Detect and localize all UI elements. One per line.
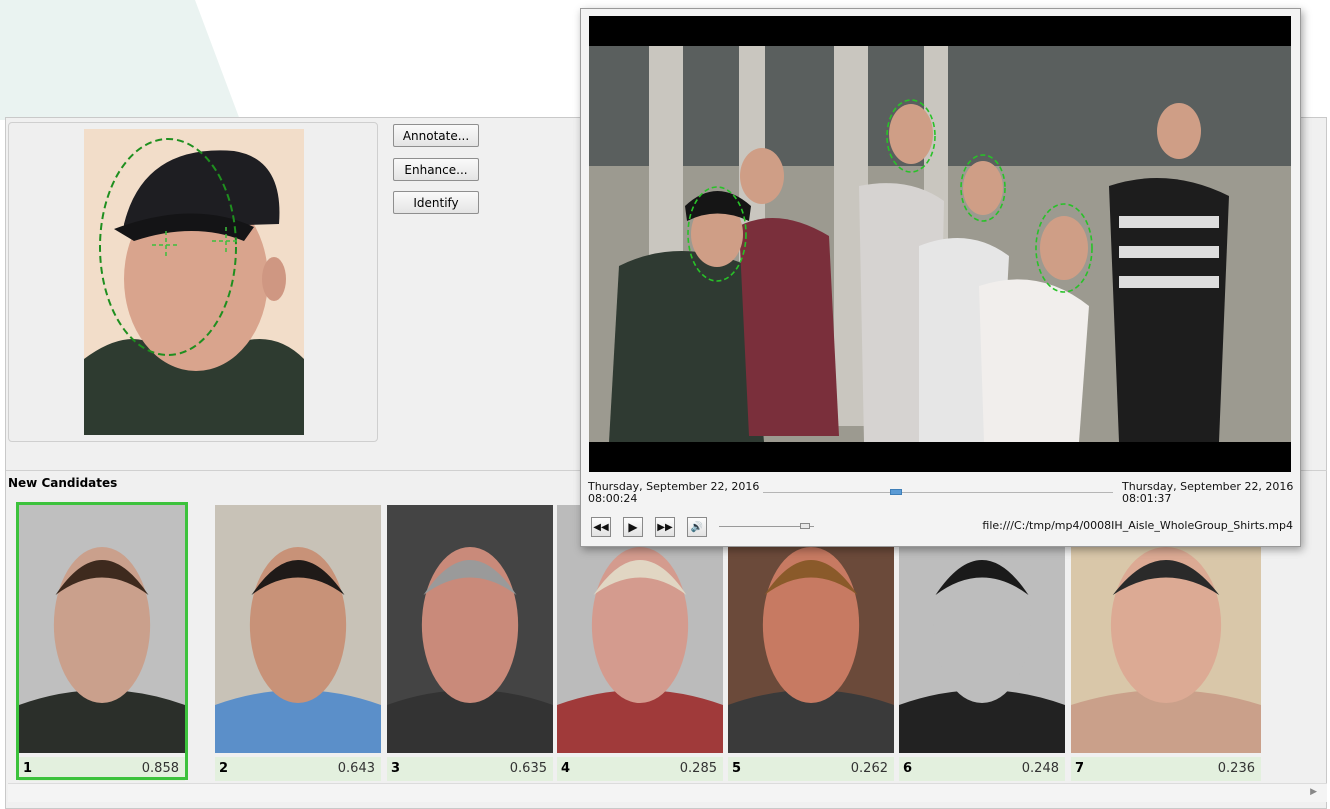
candidate-score: 0.236 [1217,761,1255,776]
candidate-score: 0.248 [1021,761,1059,776]
enhance-button[interactable]: Enhance... [393,158,479,181]
candidate-rank: 2 [219,761,229,776]
speaker-icon: 🔊 [690,521,704,533]
annotate-button[interactable]: Annotate... [393,124,479,147]
volume-slider[interactable] [719,523,814,529]
scroll-right-arrow-icon[interactable]: ▶ [1310,787,1317,797]
fast-forward-button[interactable]: ▶▶ [655,517,675,537]
candidate-score: 0.285 [679,761,717,776]
candidate-score-bar: 1 0.858 [19,757,185,781]
candidate-rank: 3 [391,761,401,776]
end-time: 08:01:37 [1122,492,1172,505]
video-player-window: Thursday, September 22, 2016 08:00:24 Th… [580,8,1301,547]
candidate-card[interactable]: 2 0.643 [215,505,381,783]
identify-button[interactable]: Identify [393,191,479,214]
file-path: file:///C:/tmp/mp4/0008IH_Aisle_WholeGro… [982,519,1293,532]
query-face-photo[interactable] [84,129,304,435]
timeline-slider[interactable] [763,489,1113,495]
volume-knob[interactable] [799,523,810,529]
candidate-score: 0.262 [850,761,888,776]
play-icon: ▶ [628,520,638,534]
candidate-photo[interactable] [19,505,185,753]
candidate-score-bar: 2 0.643 [215,757,381,781]
candidate-rank: 7 [1075,761,1085,776]
candidate-score: 0.643 [337,761,375,776]
candidate-photo[interactable] [215,505,381,753]
candidate-score-bar: 4 0.285 [557,757,723,781]
rewind-icon: ◀◀ [593,521,609,533]
candidate-card[interactable]: 3 0.635 [387,505,553,783]
play-button[interactable]: ▶ [623,517,643,537]
candidate-score-bar: 6 0.248 [899,757,1065,781]
fast-forward-icon: ▶▶ [657,521,673,533]
end-timestamp: Thursday, September 22, 2016 08:01:37 [1122,481,1293,505]
volume-button[interactable]: 🔊 [687,517,707,537]
candidate-rank: 6 [903,761,913,776]
candidate-score: 0.858 [141,761,179,776]
candidate-score-bar: 3 0.635 [387,757,553,781]
horizontal-scrollbar[interactable]: ▶ [8,783,1327,802]
start-time: 08:00:24 [588,492,638,505]
candidate-rank: 4 [561,761,571,776]
candidate-score: 0.635 [509,761,547,776]
candidates-section-title: New Candidates [8,476,118,490]
candidate-rank: 1 [23,761,33,776]
candidate-rank: 5 [732,761,742,776]
candidate-score-bar: 5 0.262 [728,757,894,781]
video-frame[interactable] [589,16,1291,472]
rewind-button[interactable]: ◀◀ [591,517,611,537]
candidate-score-bar: 7 0.236 [1071,757,1261,781]
timeline-knob[interactable] [890,489,902,495]
candidate-photo[interactable] [387,505,553,753]
candidate-card[interactable]: 1 0.858 [16,502,188,783]
start-timestamp: Thursday, September 22, 2016 08:00:24 [588,481,759,505]
